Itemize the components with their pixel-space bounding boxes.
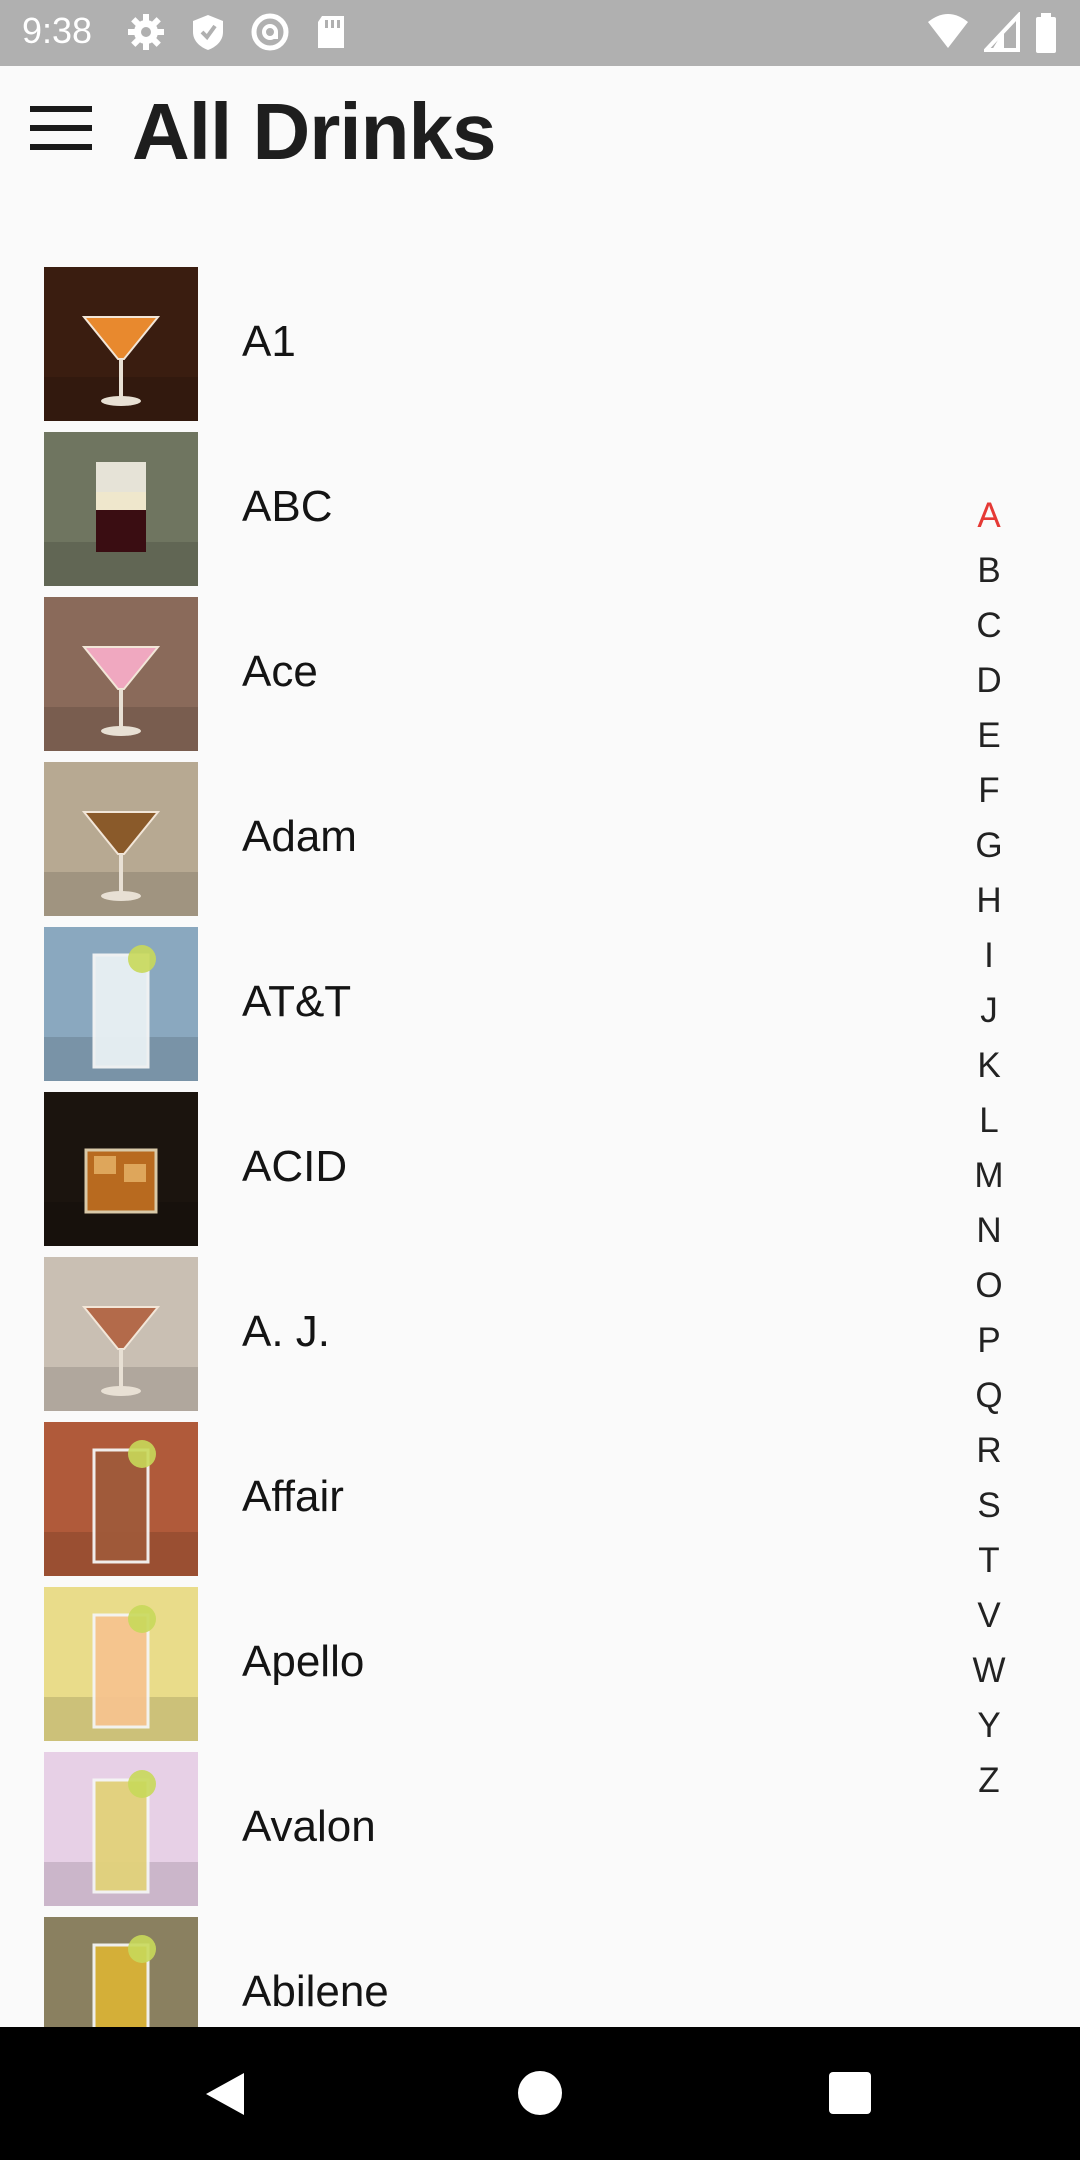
alphabet-index-letter[interactable]: O [960,1258,1018,1313]
shield-icon [188,12,228,52]
at-sign-icon [250,12,290,52]
alphabet-index-letter[interactable]: G [960,818,1018,873]
back-icon[interactable] [204,2071,246,2122]
status-icons-left [126,12,352,52]
alphabet-index-letter[interactable]: F [960,763,1018,818]
status-icons-right [926,10,1058,54]
alphabet-index[interactable]: ABCDEFGHIJKLMNOPQRSTVWYZ [960,488,1018,1808]
alphabet-index-letter[interactable]: T [960,1533,1018,1588]
drink-name: A1 [242,317,296,366]
drink-name: Ace [242,647,318,696]
drink-thumbnail [44,1917,198,2027]
drink-name: Avalon [242,1802,376,1851]
alphabet-index-letter[interactable]: K [960,1038,1018,1093]
drink-thumbnail [44,1257,198,1411]
drink-name: A. J. [242,1307,331,1356]
alphabet-index-letter[interactable]: Z [960,1753,1018,1808]
drink-list-item[interactable]: Adam [0,760,940,925]
status-bar: 9:38 [0,0,1080,66]
alphabet-index-letter[interactable]: C [960,598,1018,653]
drink-list[interactable]: A1 ABC Ace Adam AT&T ACID A. J. Affair A… [0,265,940,2027]
hamburger-menu-icon[interactable] [30,106,96,156]
alphabet-index-letter[interactable]: B [960,543,1018,598]
drink-list-item[interactable]: Abilene [0,1915,940,2027]
drink-name: Adam [242,812,357,861]
alphabet-index-letter[interactable]: R [960,1423,1018,1478]
drink-list-item[interactable]: ABC [0,430,940,595]
drink-thumbnail [44,267,198,421]
drink-thumbnail [44,597,198,751]
drink-list-item[interactable]: A1 [0,265,940,430]
drink-list-item[interactable]: ACID [0,1090,940,1255]
battery-icon [1034,12,1058,54]
recents-icon[interactable] [829,2072,871,2114]
sd-card-icon [312,12,352,52]
alphabet-index-letter[interactable]: S [960,1478,1018,1533]
drink-name: Affair [242,1472,344,1521]
alphabet-index-letter[interactable]: W [960,1643,1018,1698]
alphabet-index-letter[interactable]: J [960,983,1018,1038]
drink-thumbnail [44,762,198,916]
home-icon[interactable] [518,2071,562,2115]
alphabet-index-letter[interactable]: Y [960,1698,1018,1753]
drink-list-item[interactable]: Ace [0,595,940,760]
drink-thumbnail [44,1752,198,1906]
drink-list-item[interactable]: A. J. [0,1255,940,1420]
drink-list-item[interactable]: Avalon [0,1750,940,1915]
drink-thumbnail [44,1422,198,1576]
navigation-bar [0,2027,1080,2160]
signal-icon [981,10,1020,54]
alphabet-index-letter[interactable]: D [960,653,1018,708]
app-bar: All Drinks [0,66,1080,196]
alphabet-index-letter[interactable]: I [960,928,1018,983]
alphabet-index-letter[interactable]: V [960,1588,1018,1643]
drink-list-item[interactable]: Affair [0,1420,940,1585]
alphabet-index-letter[interactable]: A [960,488,1018,543]
drink-thumbnail [44,1092,198,1246]
alphabet-index-letter[interactable]: E [960,708,1018,763]
drink-name: ACID [242,1142,348,1191]
alphabet-index-letter[interactable]: M [960,1148,1018,1203]
wifi-icon [926,12,970,54]
alphabet-index-letter[interactable]: N [960,1203,1018,1258]
alphabet-index-letter[interactable]: H [960,873,1018,928]
alphabet-index-letter[interactable]: L [960,1093,1018,1148]
alphabet-index-letter[interactable]: P [960,1313,1018,1368]
alphabet-index-letter[interactable]: Q [960,1368,1018,1423]
page-title: All Drinks [132,87,496,176]
drink-name: AT&T [242,977,352,1026]
drink-thumbnail [44,432,198,586]
drink-name: ABC [242,482,333,531]
drink-thumbnail [44,927,198,1081]
gear-icon [126,12,166,52]
drink-list-item[interactable]: Apello [0,1585,940,1750]
status-time: 9:38 [22,10,93,51]
drink-name: Apello [242,1637,365,1686]
drink-thumbnail [44,1587,198,1741]
drink-name: Abilene [242,1967,389,2016]
drink-list-item[interactable]: AT&T [0,925,940,1090]
